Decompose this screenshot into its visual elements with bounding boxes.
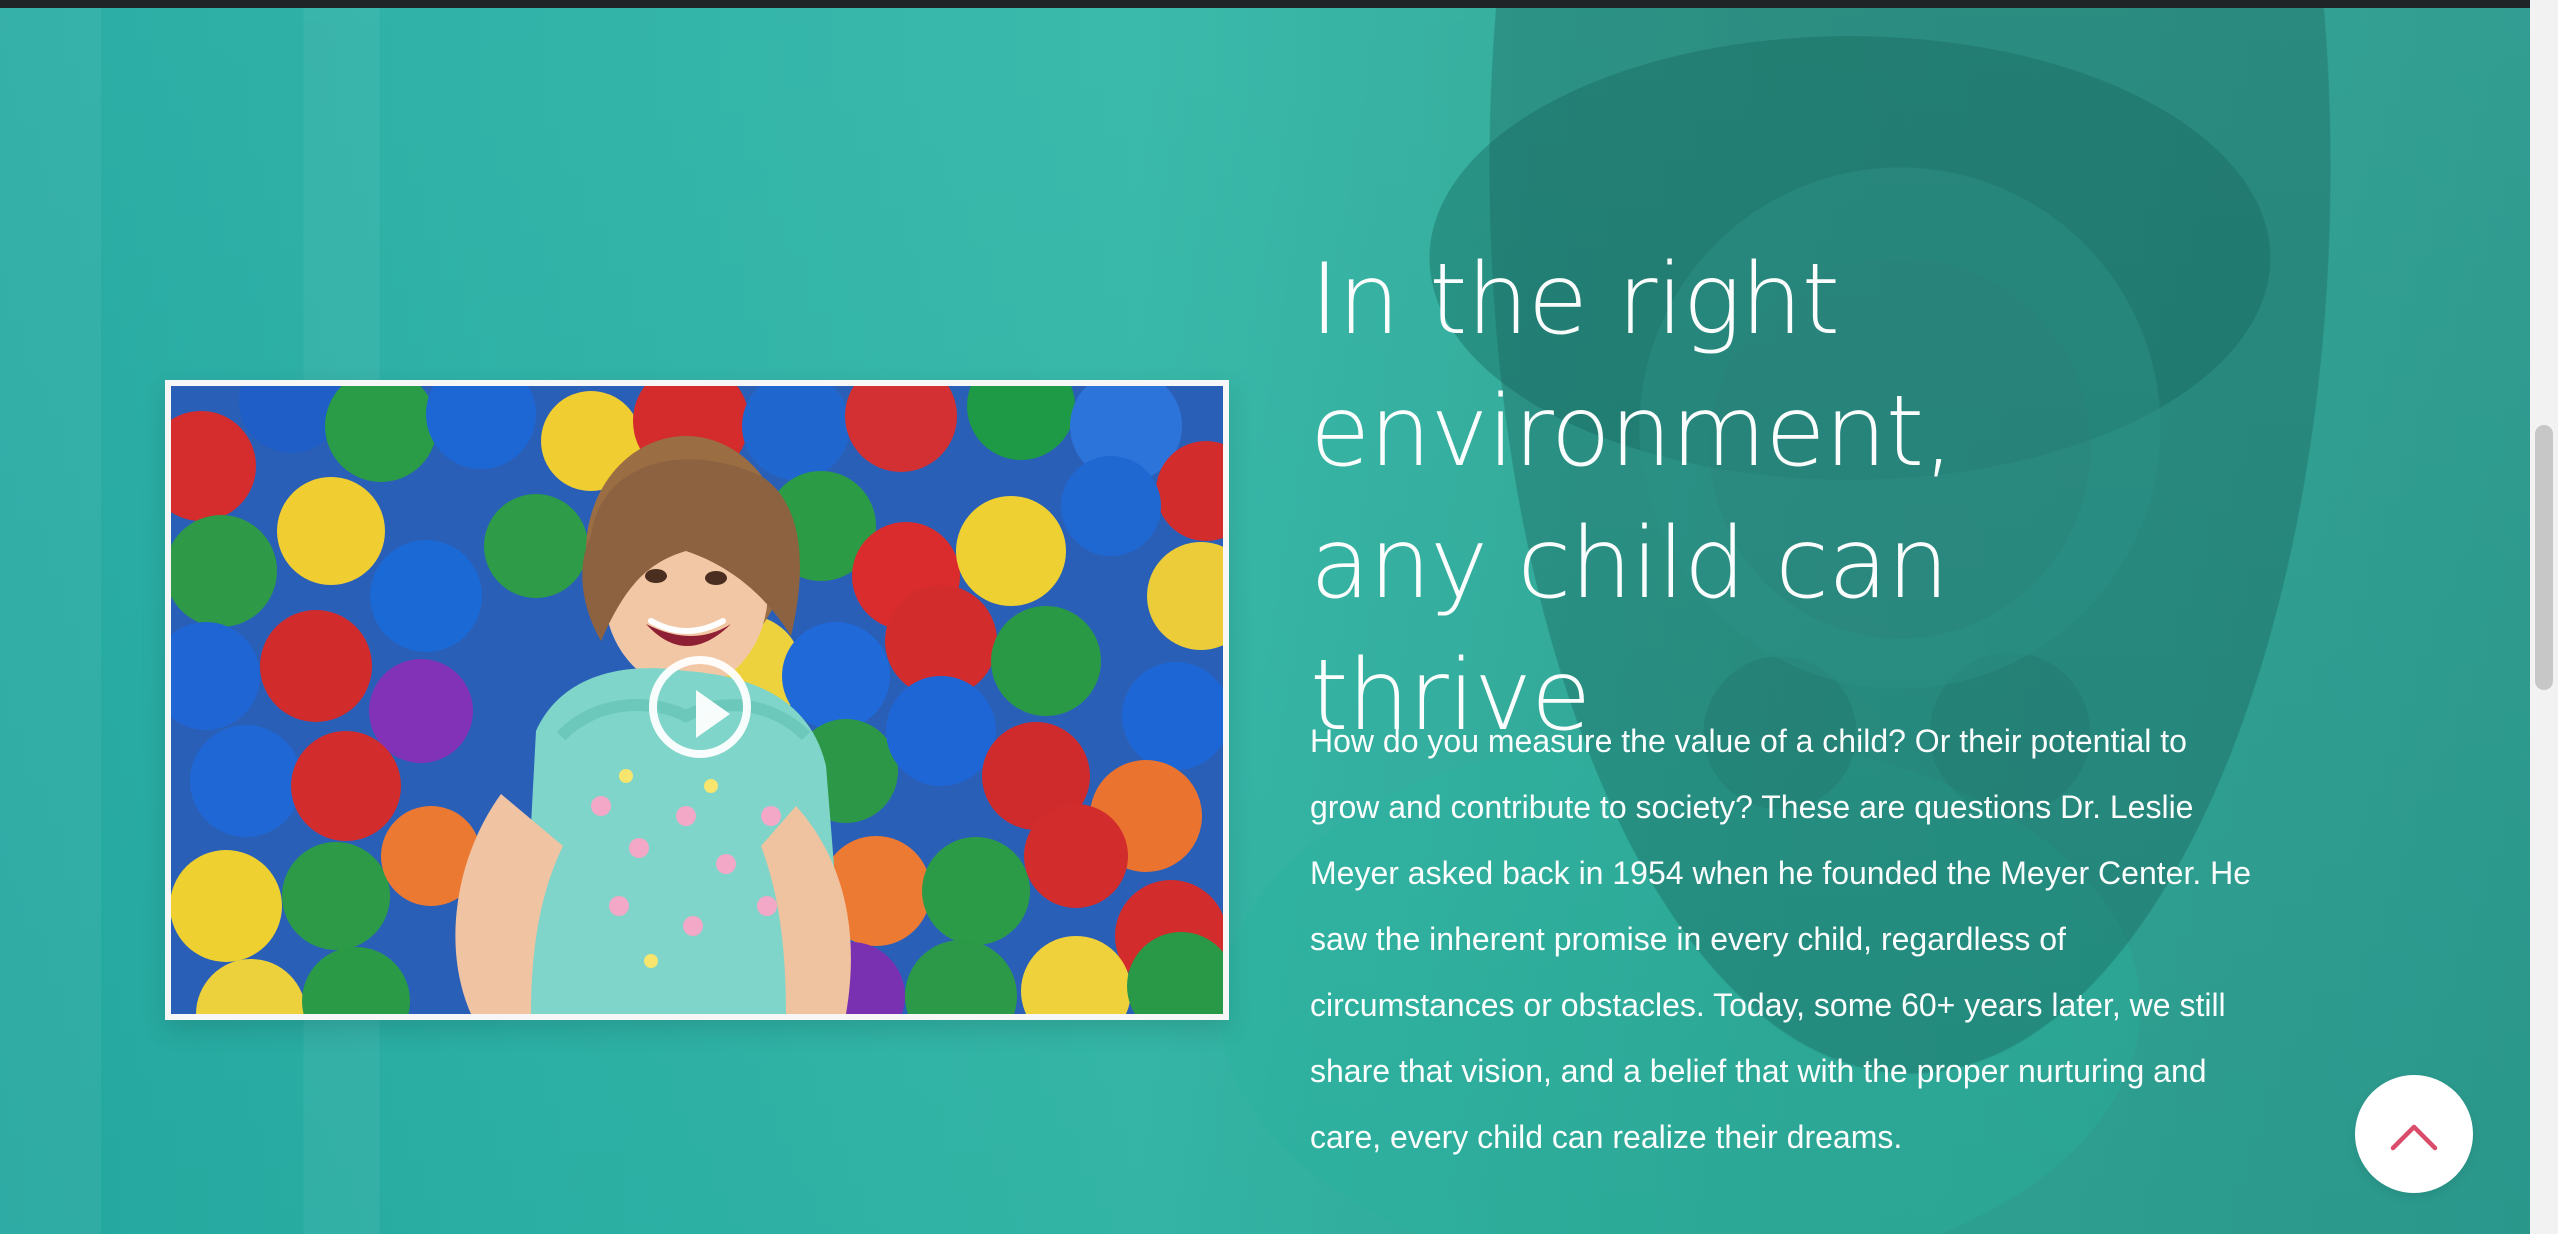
- scrollbar-thumb[interactable]: [2535, 425, 2553, 690]
- page: In the right environment, any child can …: [0, 0, 2558, 1234]
- chevron-up-icon: [2389, 1115, 2439, 1165]
- hero-section: In the right environment, any child can …: [0, 8, 2530, 1234]
- video-thumbnail[interactable]: [171, 386, 1223, 1014]
- play-button[interactable]: [649, 656, 751, 758]
- top-bar: [0, 0, 2530, 8]
- video-card[interactable]: [165, 380, 1229, 1020]
- hero-headline: In the right environment, any child can …: [1310, 243, 1954, 753]
- scrollbar[interactable]: [2530, 0, 2558, 1234]
- back-to-top-button[interactable]: [2355, 1075, 2473, 1193]
- hero-body-copy: How do you measure the value of a child?…: [1310, 723, 2252, 1155]
